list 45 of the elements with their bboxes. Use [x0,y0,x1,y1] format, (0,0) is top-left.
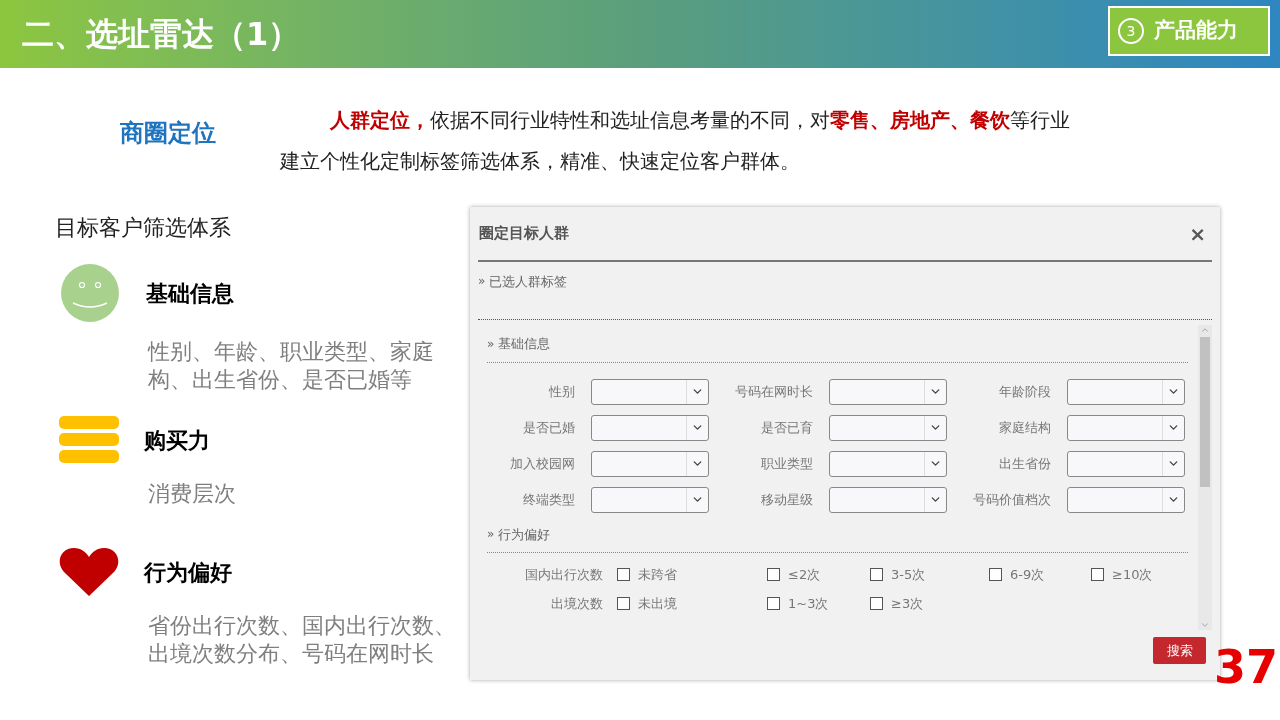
checkbox-label: 3-5次 [891,566,926,584]
field-label: 终端类型 [522,490,575,509]
dialog-title: 圈定目标人群 [479,223,569,245]
close-button[interactable]: × [1189,223,1206,244]
category-description: 消费层次 [148,480,237,508]
field-label: 号码在网时长 [734,382,813,401]
checkbox-label: 未出境 [638,594,677,613]
list-title: 目标客户筛选体系 [55,214,232,242]
checkbox-label: ≤2次 [788,566,821,584]
checkbox-label: 1~3次 [788,594,829,613]
category-description: 省份出行次数、国内出行次数、 [148,612,457,640]
option-label: 国内出行次数 [524,566,604,584]
section-marker: » [478,273,486,290]
field-label: 年龄阶段 [998,382,1051,401]
category-description: 构、出生省份、是否已婚等 [148,366,413,394]
checkbox-label: ≥10次 [1112,566,1153,584]
page-number: 37 [1214,644,1278,690]
checkbox-label: ≥3次 [891,594,924,613]
field-label: 是否已育 [760,418,813,437]
section-marker: » [487,335,495,353]
section-title: 基础信息 [498,335,551,353]
category-title: 行为偏好 [144,558,232,587]
field-label: 性别 [548,382,575,401]
category-title: 基础信息 [146,279,234,308]
section-title: 行为偏好 [498,525,551,544]
field-label: 家庭结构 [998,418,1051,437]
intro-heading: 商圈定位 [120,118,217,149]
badge-label: 产品能力 [1154,17,1238,45]
section-title: 已选人群标签 [489,273,568,291]
section-marker: » [487,526,495,544]
checkbox-label: 6-9次 [1010,566,1045,584]
slide-title: 二、选址雷达（1） [22,14,301,55]
category-description: 性别、年龄、职业类型、家庭 [148,338,435,366]
field-label: 出生省份 [998,454,1051,473]
field-label: 职业类型 [760,454,813,473]
search-button[interactable]: 搜索 [1153,637,1206,664]
category-title: 购买力 [144,426,210,455]
option-label: 出境次数 [550,594,604,613]
intro-paragraph: 人群定位，依据不同行业特性和选址信息考量的不同，对零售、房地产、餐饮等行业建立个性化定制标签筛选体系，精准、快速定位客户群体。 [280,107,1071,175]
category-description: 出境次数分布、号码在网时长 [148,640,435,668]
field-label: 移动星级 [760,490,813,509]
field-label: 是否已婚 [522,418,575,437]
field-label: 加入校园网 [509,454,575,473]
field-label: 号码价值档次 [972,490,1051,509]
checkbox-label: 未跨省 [638,566,677,584]
